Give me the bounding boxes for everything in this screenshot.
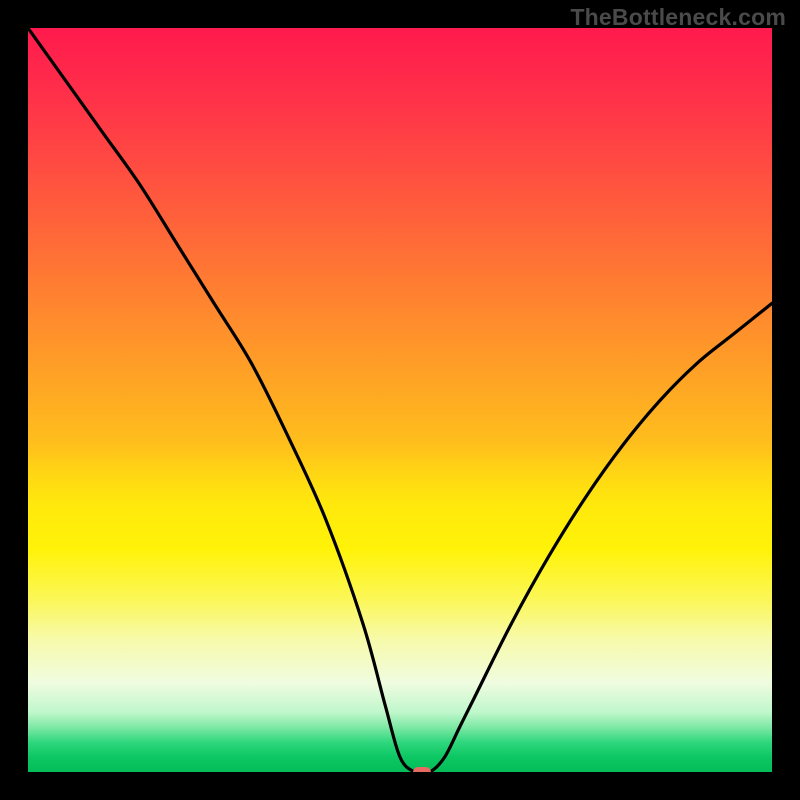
curve-path — [28, 28, 772, 772]
watermark-text: TheBottleneck.com — [570, 4, 786, 31]
optimal-marker — [413, 767, 431, 772]
bottleneck-curve — [28, 28, 772, 772]
chart-frame: TheBottleneck.com — [0, 0, 800, 800]
plot-area — [28, 28, 772, 772]
